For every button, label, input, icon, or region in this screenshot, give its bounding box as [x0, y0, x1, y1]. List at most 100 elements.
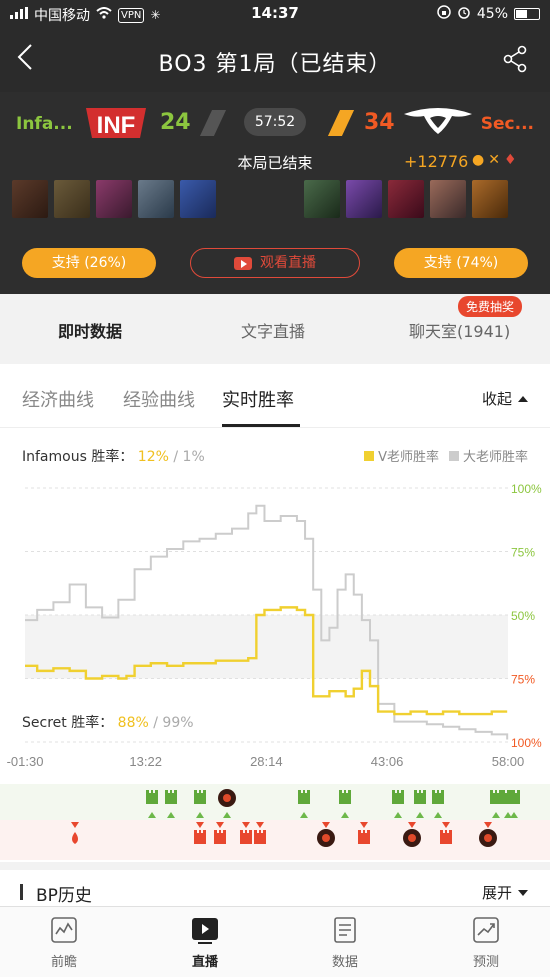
hero-portrait[interactable] — [472, 180, 508, 218]
tower-icon — [165, 790, 177, 804]
share-icon[interactable] — [500, 44, 530, 74]
match-timer: 57:52 — [244, 108, 306, 136]
y-tick-label: 100% — [511, 482, 542, 496]
winrate-band — [25, 615, 508, 679]
hero-portrait[interactable] — [388, 180, 424, 218]
watch-live-label: 观看直播 — [260, 255, 316, 271]
hero-portrait[interactable] — [430, 180, 466, 218]
collapse-label: 收起 — [481, 390, 512, 408]
svg-text:INF: INF — [97, 112, 136, 139]
tower-icon — [358, 830, 370, 844]
legend-item-d: 大老师胜率 — [448, 446, 528, 465]
team-b-winrate-label: Secret 胜率： — [22, 715, 114, 731]
tower-icon — [298, 790, 310, 804]
chart-header: Infamous 胜率： 12% / 1% V老师胜率 大老师胜率 — [0, 440, 550, 470]
tower-icon — [214, 830, 226, 844]
winrate-separator: / — [168, 449, 183, 465]
header: BO3 第1局（已结束） — [0, 28, 550, 92]
hero-portrait[interactable] — [180, 180, 216, 218]
tower-icon — [440, 830, 452, 844]
lock-rotation-icon — [437, 5, 451, 23]
hero-portrait[interactable] — [138, 180, 174, 218]
y-tick-label: 75% — [511, 546, 535, 560]
status-bar: 中国移动 VPN ✳ 14:37 45% — [0, 0, 550, 28]
play-video-icon — [234, 256, 252, 270]
hero-portrait[interactable] — [12, 180, 48, 218]
collapse-button[interactable]: 收起 — [482, 388, 528, 409]
hero-portrait[interactable] — [96, 180, 132, 218]
winrate-separator-b: / — [148, 715, 163, 731]
match-panel: Infa... INF 24 57:52 34 Sec... 本局已结束 +12… — [0, 92, 550, 294]
team-b-logo[interactable] — [402, 106, 474, 138]
team-a-winrate: Infamous 胜率： 12% / 1% — [22, 446, 205, 466]
hero-portrait[interactable] — [304, 180, 340, 218]
gold-diff: +12776 — [404, 152, 469, 171]
battery-icon — [514, 8, 540, 20]
tower-icon — [240, 830, 252, 844]
support-team-b-button[interactable]: 支持 (74%) — [394, 248, 528, 278]
expand-button[interactable]: 展开 — [482, 882, 528, 903]
tab-experience-curve[interactable]: 经验曲线 — [123, 386, 195, 412]
x-tick-label: 13:22 — [129, 754, 162, 769]
tab-text-live[interactable]: 文字直播 — [241, 318, 305, 342]
team-a-logo[interactable]: INF — [84, 104, 148, 142]
sub-tabs: 经济曲线 经验曲线 实时胜率 收起 — [0, 364, 550, 428]
lottery-badge[interactable]: 免费抽奖 — [458, 296, 523, 317]
active-tab-underline — [222, 424, 300, 427]
team-a-heroes — [12, 180, 216, 218]
alarm-icon — [457, 5, 471, 23]
hero-portrait[interactable] — [346, 180, 382, 218]
tower-icon — [194, 790, 206, 804]
legend-swatch-d — [448, 451, 459, 461]
event-timeline — [0, 784, 550, 860]
nav-preview[interactable]: 前瞻 — [29, 915, 99, 970]
x-tick-label: -01:30 — [7, 754, 44, 769]
nav-predict[interactable]: 预测 — [451, 915, 521, 970]
nav-data[interactable]: 数据 — [310, 915, 380, 970]
support-team-a-button[interactable]: 支持 (26%) — [22, 248, 156, 278]
legend-item-v: V老师胜率 — [364, 446, 439, 465]
tab-chat[interactable]: 聊天室(1941) — [409, 318, 510, 342]
roshan-icon-core — [408, 834, 416, 842]
preview-icon — [49, 915, 79, 945]
battery-percent: 45% — [476, 6, 508, 22]
expand-label: 展开 — [481, 884, 512, 902]
tab-live-winrate[interactable]: 实时胜率 — [222, 386, 294, 412]
legend-swatch-v — [364, 451, 375, 461]
watch-live-button[interactable]: 观看直播 — [190, 248, 360, 278]
x-tick-label: 28:14 — [250, 754, 283, 769]
tower-icon — [339, 790, 351, 804]
chevron-up-icon — [518, 395, 528, 402]
tower-icon — [432, 790, 444, 804]
tower-icon — [414, 790, 426, 804]
nav-predict-label: 预测 — [472, 955, 499, 970]
y-tick-label: 75% — [511, 673, 535, 687]
tower-icon — [254, 830, 266, 844]
chart-legend: V老师胜率 大老师胜率 — [364, 446, 528, 465]
nav-data-label: 数据 — [331, 955, 358, 970]
roshan-icon-core — [322, 834, 330, 842]
team-b-heroes — [304, 180, 508, 218]
gold-coin-icon: ● — [472, 152, 485, 168]
bp-history-title: BP历史 — [36, 886, 92, 906]
section-marker — [20, 884, 23, 900]
team-a-winrate-v: 12% — [137, 449, 169, 465]
tab-live-data[interactable]: 即时数据 — [58, 318, 122, 342]
blood-drop-icon: ♦ — [503, 152, 517, 168]
team-b-winrate-v: 88% — [117, 715, 149, 731]
chevron-down-icon — [518, 889, 528, 896]
team-b-slash — [327, 110, 355, 136]
team-b-score: 34 — [364, 110, 395, 135]
nav-live[interactable]: 直播 — [170, 915, 240, 970]
tab-economy-curve[interactable]: 经济曲线 — [22, 386, 94, 412]
team-b-name[interactable]: Sec... — [481, 114, 534, 134]
team-a-event-row — [0, 784, 550, 820]
x-tick-label: 58:00 — [492, 754, 525, 769]
nav-preview-label: 前瞻 — [50, 955, 77, 970]
team-a-name[interactable]: Infa... — [16, 114, 73, 134]
x-tick-label: 43:06 — [371, 754, 404, 769]
tower-icon — [392, 790, 404, 804]
hero-portrait[interactable] — [54, 180, 90, 218]
tower-icon — [146, 790, 158, 804]
team-a-winrate-label: Infamous 胜率： — [22, 449, 134, 465]
